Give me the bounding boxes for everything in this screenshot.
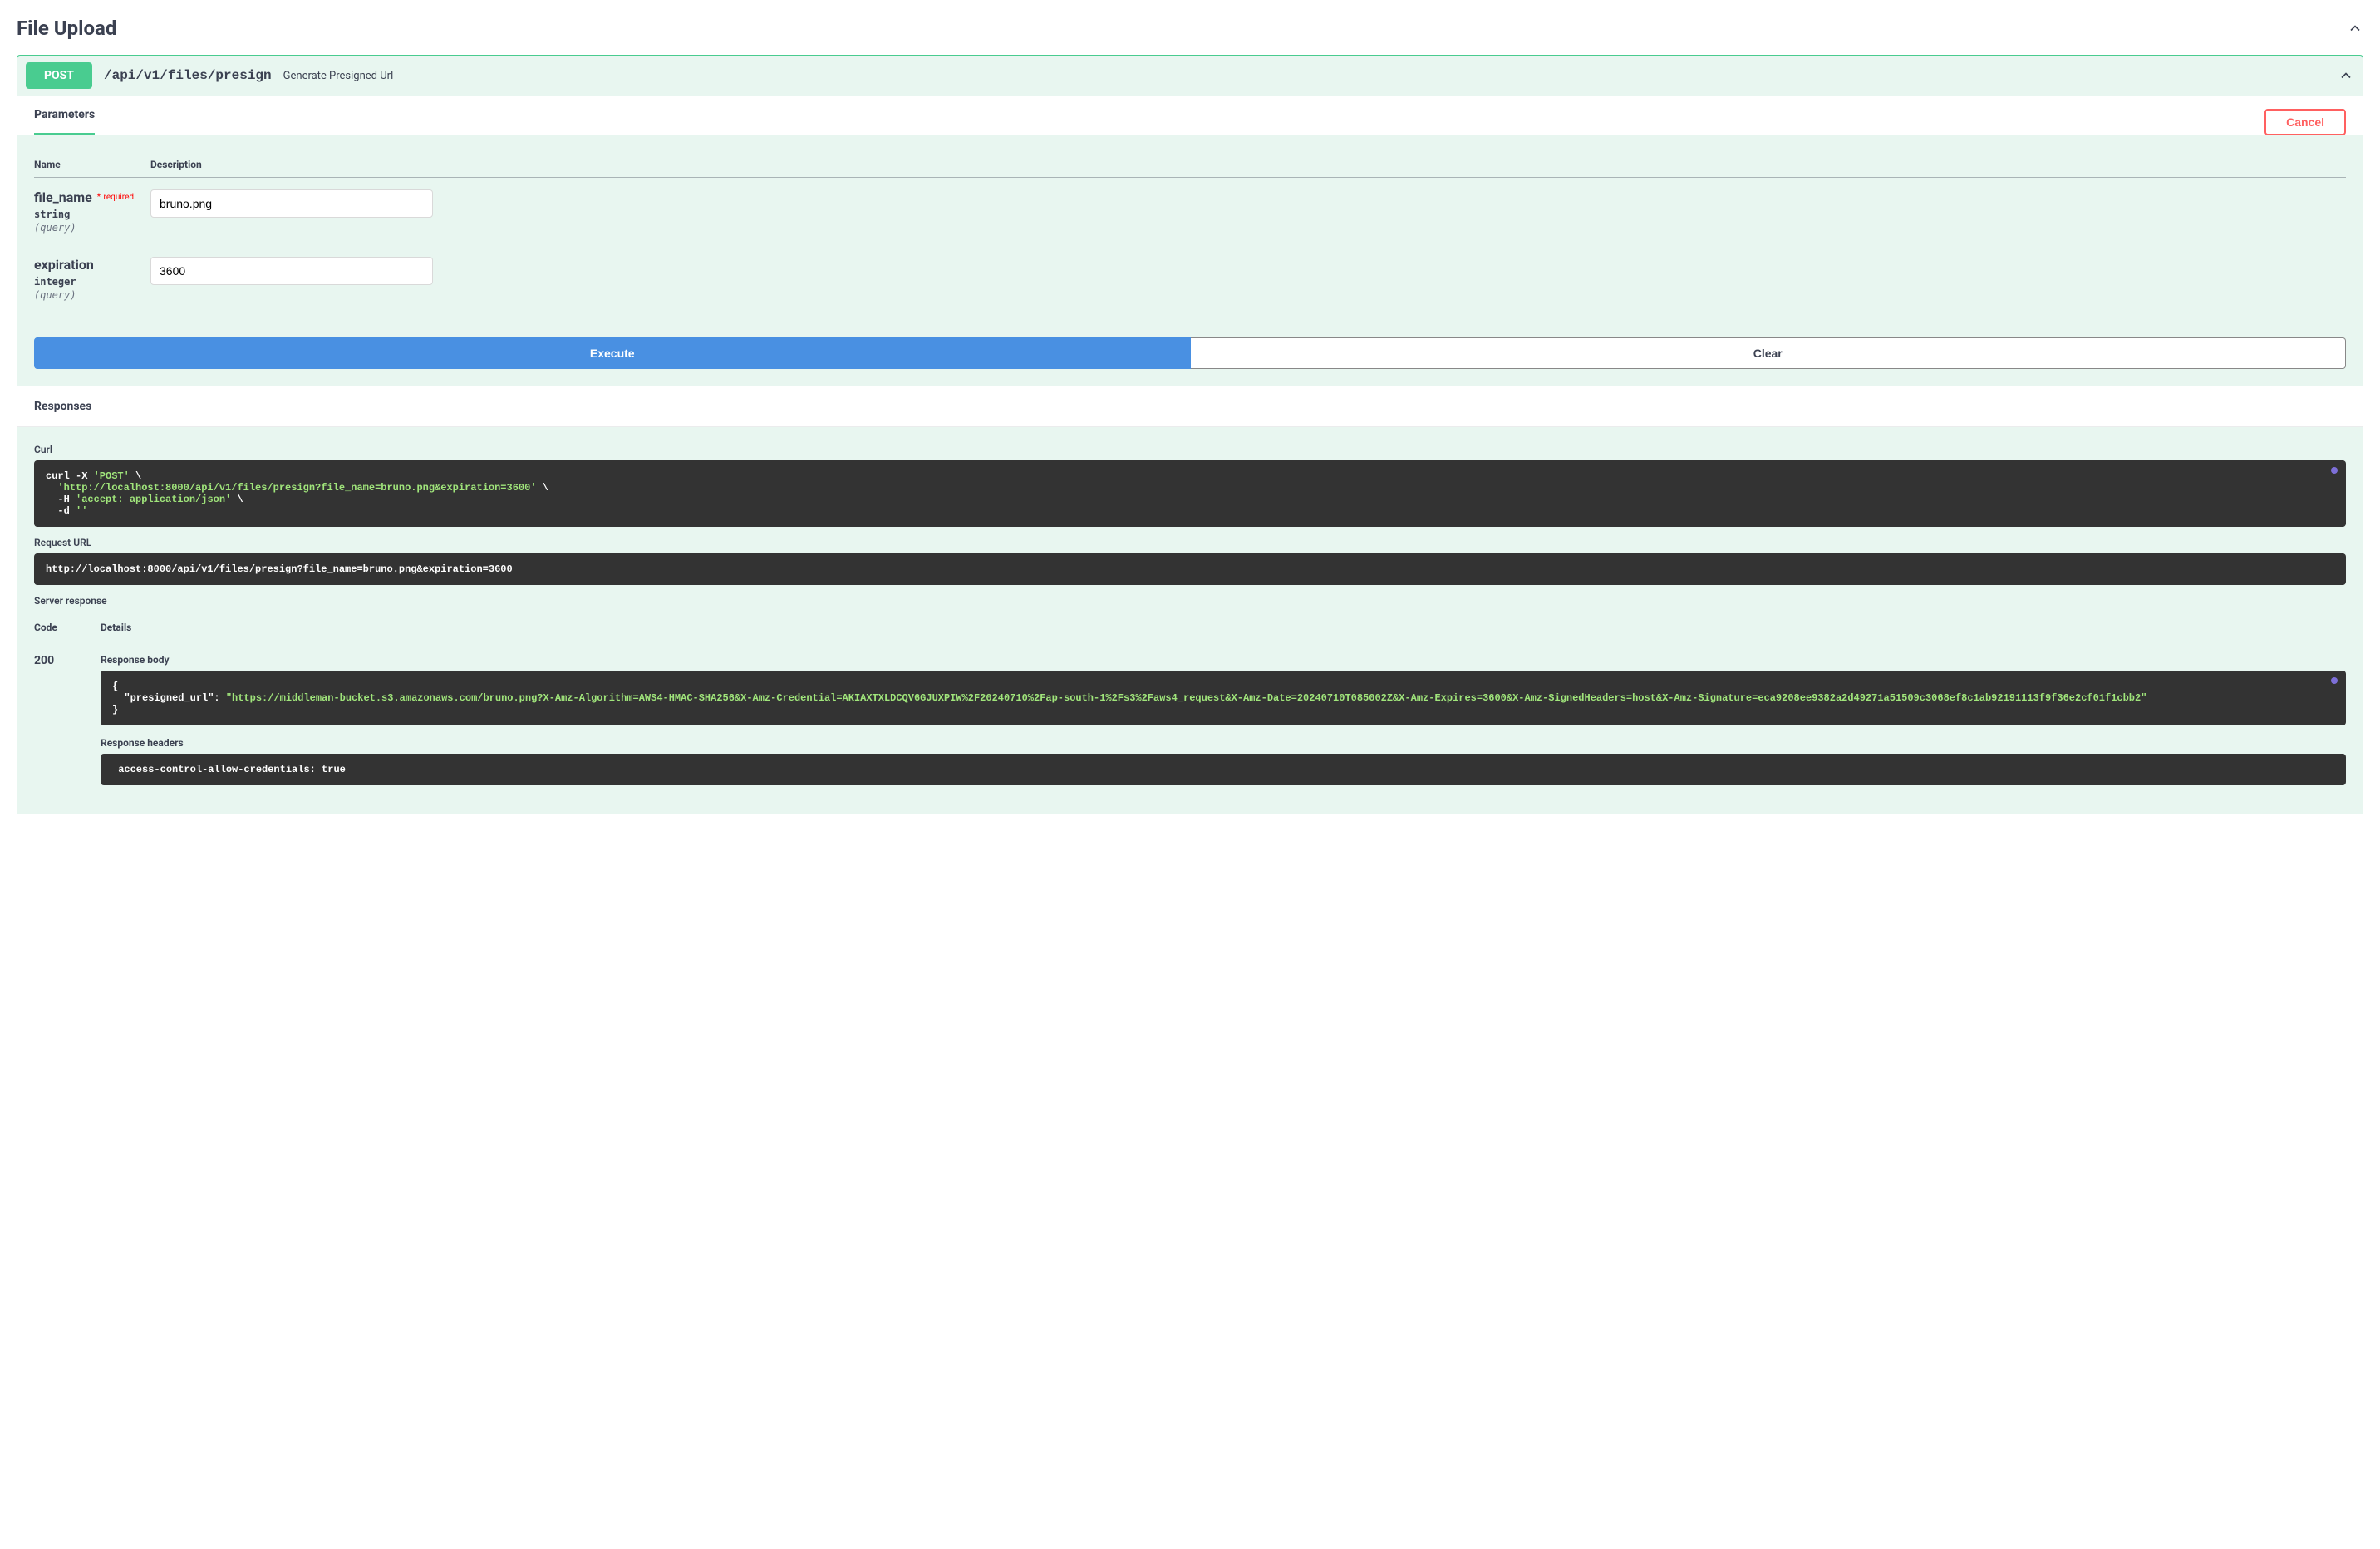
- section-title: File Upload: [17, 17, 116, 40]
- execute-bar: Execute Clear: [34, 337, 2346, 369]
- curl-label: Curl: [34, 444, 2346, 455]
- response-headers-label: Response headers: [101, 737, 2346, 749]
- responses-header: Responses: [17, 386, 2363, 427]
- response-body-block: { "presigned_url": "https://middleman-bu…: [101, 671, 2346, 725]
- copy-icon[interactable]: [2331, 677, 2338, 684]
- request-url-label: Request URL: [34, 537, 2346, 548]
- responses-title: Responses: [34, 400, 91, 413]
- parameter-row: expiration integer (query): [34, 245, 2346, 312]
- required-label: required: [104, 193, 134, 202]
- response-table: Code Details 200 Response body { "presig…: [34, 613, 2346, 797]
- chevron-up-icon: [2347, 20, 2363, 37]
- response-body-label: Response body: [101, 654, 2346, 666]
- parameters-body: Name Description file_name * required st…: [17, 135, 2363, 386]
- endpoint-summary: Generate Presigned Url: [283, 70, 394, 82]
- param-type: string: [34, 209, 150, 220]
- col-name: Name: [34, 152, 150, 178]
- section-header[interactable]: File Upload: [17, 8, 2363, 48]
- responses-body: Curl curl -X 'POST' \ 'http://localhost:…: [17, 427, 2363, 814]
- required-star-icon: *: [95, 193, 101, 202]
- parameters-tab[interactable]: Parameters: [34, 108, 95, 135]
- chevron-up-icon: [2338, 67, 2354, 84]
- parameters-header: Parameters Cancel: [17, 96, 2363, 135]
- parameters-table: Name Description file_name * required st…: [34, 152, 2346, 312]
- col-description: Description: [150, 152, 2346, 178]
- col-details: Details: [101, 613, 2346, 642]
- param-type: integer: [34, 276, 150, 288]
- operation-block: POST /api/v1/files/presign Generate Pres…: [17, 55, 2363, 814]
- clear-button[interactable]: Clear: [1191, 337, 2347, 369]
- param-name: file_name: [34, 189, 92, 205]
- response-headers-block: access-control-allow-credentials: true: [101, 754, 2346, 785]
- response-row: 200 Response body { "presigned_url": "ht…: [34, 642, 2346, 798]
- cancel-button[interactable]: Cancel: [2264, 109, 2346, 135]
- response-code: 200: [34, 642, 101, 798]
- copy-icon[interactable]: [2331, 467, 2338, 474]
- request-url-block: http://localhost:8000/api/v1/files/presi…: [34, 553, 2346, 585]
- param-in: (query): [34, 289, 150, 301]
- operation-body: Parameters Cancel Name Description file_…: [17, 96, 2363, 814]
- curl-code-block: curl -X 'POST' \ 'http://localhost:8000/…: [34, 460, 2346, 527]
- server-response-label: Server response: [34, 595, 2346, 607]
- param-in: (query): [34, 222, 150, 234]
- operation-summary[interactable]: POST /api/v1/files/presign Generate Pres…: [17, 56, 2363, 96]
- endpoint-path: /api/v1/files/presign: [104, 68, 272, 83]
- col-code: Code: [34, 613, 101, 642]
- execute-button[interactable]: Execute: [34, 337, 1191, 369]
- parameter-row: file_name * required string (query): [34, 178, 2346, 246]
- param-name: expiration: [34, 257, 94, 273]
- http-method-badge: POST: [26, 62, 92, 89]
- file-name-input[interactable]: [150, 189, 433, 218]
- expiration-input[interactable]: [150, 257, 433, 285]
